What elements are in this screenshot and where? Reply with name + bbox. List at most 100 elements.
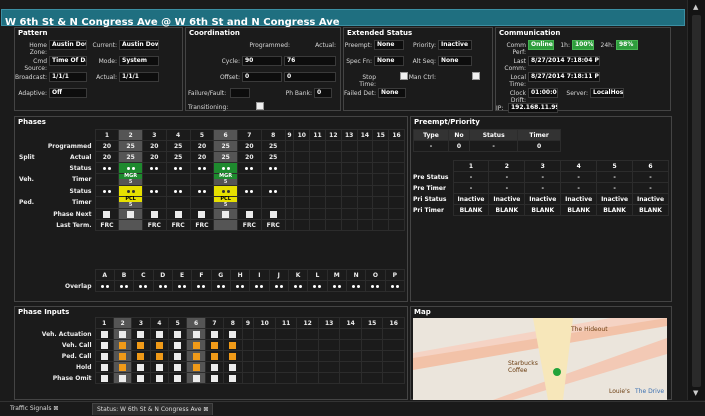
- ped-status-cell: [236, 185, 262, 197]
- cycle-label: Cycle:: [221, 58, 240, 65]
- coordination-title: Coordination: [189, 29, 240, 37]
- ip-label: IP:: [496, 105, 504, 112]
- overlap-letter: D: [152, 269, 173, 281]
- failure-label: Failure/Fault:: [188, 90, 227, 97]
- map-view[interactable]: The Hideout Starbucks Coffee Louie's The…: [413, 318, 667, 400]
- overlap-row: Overlap: [17, 280, 406, 292]
- pre-status-cell: -: [452, 171, 490, 183]
- ped-status-cell: [260, 185, 286, 197]
- phase-next-checkbox[interactable]: [189, 208, 215, 220]
- ip-value: 192.168.11.99: [508, 103, 558, 113]
- ped-status-cell: [189, 185, 215, 197]
- pri-timer-cell: BLANK: [452, 204, 490, 216]
- overlap-cell: [229, 280, 251, 292]
- type-header: Type: [413, 129, 449, 141]
- pri-timer-cell: BLANK: [632, 204, 669, 216]
- transitioning-checkbox[interactable]: [256, 102, 264, 110]
- overlap-cell: [345, 280, 367, 292]
- phases-title: Phases: [18, 118, 46, 126]
- no-cell: 0: [447, 140, 471, 152]
- last-term-cell: FRC: [260, 219, 286, 231]
- phase-next-checkbox[interactable]: [141, 208, 167, 220]
- actual-label: Actual:: [315, 42, 336, 49]
- pri-status-label: Pri Status: [413, 195, 447, 203]
- overlap-cell: [326, 280, 347, 292]
- actual-label: Actual:: [96, 74, 117, 81]
- clock-drift-label: Clock Drift:: [509, 90, 526, 104]
- mode-value: System: [119, 56, 159, 66]
- phase-number: 13: [340, 129, 358, 141]
- programmed-label: Programmed:: [249, 42, 290, 49]
- veh-status-cell: [165, 162, 191, 174]
- overlap-letter: M: [326, 269, 347, 281]
- overlap-cell: [171, 280, 193, 292]
- scrollbar-thumb[interactable]: [692, 15, 701, 387]
- phase-next-checkbox[interactable]: [213, 208, 238, 220]
- overlap-cell: [113, 280, 135, 292]
- last-term-cell: FRC: [141, 219, 167, 231]
- ped-timer-label: Timer: [72, 199, 92, 206]
- veh-status-label: Status: [69, 164, 92, 172]
- split-actual-cell: 20: [94, 151, 120, 163]
- scroll-down-icon[interactable]: ▼: [693, 389, 698, 397]
- tab-status[interactable]: Status: W 6th St & N Congress Ave ⊠: [92, 403, 214, 415]
- man-ctrl-checkbox[interactable]: [472, 72, 480, 80]
- split-programmed-cell: 25: [118, 140, 143, 152]
- overlap-letter: K: [287, 269, 309, 281]
- split-programmed-label: Programmed: [47, 142, 92, 150]
- overlap-letter: A: [94, 269, 115, 281]
- veh-timer-cell: MGR 5: [118, 173, 143, 186]
- extended-status-title: Extended Status: [347, 29, 413, 37]
- veh-timer-cell: MGR 5: [213, 173, 238, 186]
- priority-label: Priority:: [413, 42, 436, 49]
- coordination-panel: Coordination Programmed: Actual: Cycle: …: [185, 27, 341, 111]
- phase-next-checkbox[interactable]: [94, 208, 120, 220]
- phase-number: 10: [293, 129, 311, 141]
- pre-status-cell: -: [596, 171, 634, 183]
- phase-next-checkbox[interactable]: [165, 208, 191, 220]
- transitioning-label: Transitioning:: [188, 104, 229, 111]
- spec-fn-label: Spec Fn:: [346, 58, 372, 65]
- alt-seq-label: Alt Seq:: [412, 58, 436, 65]
- phase-number: 5: [189, 129, 215, 141]
- scroll-up-icon[interactable]: ▲: [693, 3, 698, 11]
- last-term-cell: FRC: [189, 219, 215, 231]
- phase-next-checkbox[interactable]: [118, 208, 143, 220]
- overlap-letter: E: [171, 269, 193, 281]
- phase-omit-label: Phase Omit: [52, 374, 92, 382]
- phase-number: 16: [388, 129, 405, 141]
- timer-header: Timer: [517, 129, 561, 141]
- overlap-letter: L: [307, 269, 328, 281]
- extended-status-panel: Extended Status Preempt: None Priority: …: [343, 27, 493, 111]
- ped-call-label: Ped. Call: [61, 352, 92, 360]
- cmd-source-label: Cmd Source:: [24, 58, 47, 72]
- pre-timer-cell: -: [452, 182, 490, 194]
- split-actual-cell: 20: [141, 151, 167, 163]
- pri-timer-label: Pri Timer: [413, 206, 444, 214]
- failed-det-label: Failed Det:: [344, 90, 377, 97]
- phase-inputs-table: 1234 5678 9 10 11 12 13 14 15 16 Veh. Actuatio…: [17, 317, 405, 384]
- preempt-number: 6: [632, 160, 669, 172]
- split-actual-cell: 25: [213, 151, 238, 163]
- phase-number: 12: [324, 129, 342, 141]
- veh-status-cell: [118, 162, 143, 174]
- phase-next-checkbox[interactable]: [260, 208, 286, 220]
- preempt-priority-title: Preempt/Priority: [414, 118, 480, 126]
- ped-timer-cell: PCL 5: [213, 196, 238, 209]
- ped-status-cell: [165, 185, 191, 197]
- phases-panel: Phases 1 2 3 4 5 6 7 8 9 10 11 12 13 14 …: [14, 116, 408, 302]
- preempt-number: 5: [596, 160, 634, 172]
- veh-actuation-label: Veh. Actuation: [41, 330, 92, 338]
- comm-perf-label: Comm Perf:: [506, 42, 526, 56]
- ped-call-row: Ped. Call: [17, 350, 405, 362]
- phase-next-checkbox[interactable]: [236, 208, 262, 220]
- failed-det-value: None: [378, 88, 406, 98]
- poi-label: Starbucks Coffee: [508, 360, 538, 374]
- last-term-row: Last Term. FRC FRC FRC FRC FRC FRC: [17, 219, 405, 231]
- overlap-letter: G: [210, 269, 231, 281]
- vertical-scrollbar[interactable]: ▲ ▼: [687, 0, 705, 400]
- poi-label: The Drive: [635, 388, 665, 395]
- tab-traffic-signals[interactable]: Traffic Signals ⊠: [6, 403, 62, 415]
- pri-status-cell: Inactive: [632, 193, 669, 205]
- last-comm-value: 8/27/2014 7:18:04 PM: [528, 56, 600, 66]
